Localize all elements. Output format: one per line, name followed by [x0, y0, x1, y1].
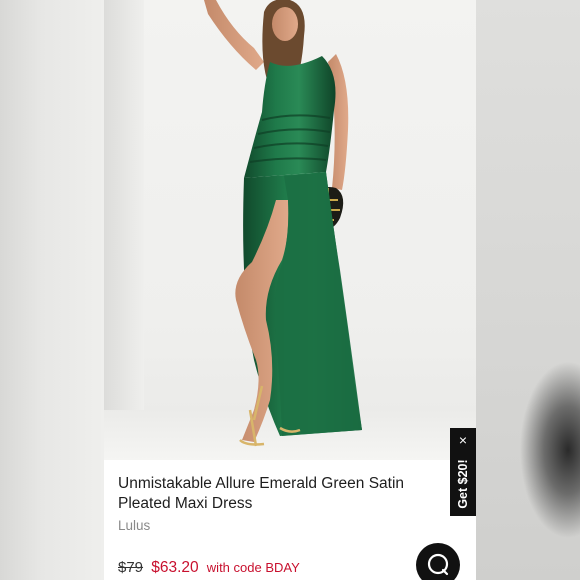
- price-row: $79 $63.20 with code BDAY: [118, 559, 300, 577]
- sale-price: $63.20: [151, 559, 199, 576]
- product-brand[interactable]: Lulus: [118, 518, 150, 533]
- close-icon[interactable]: ×: [450, 432, 476, 448]
- product-image[interactable]: [104, 0, 476, 460]
- background-blur-left: [0, 0, 104, 580]
- promo-code-text: with code BDAY: [206, 560, 300, 575]
- product-card: Unmistakable Allure Emerald Green Satin …: [104, 0, 476, 580]
- chat-button[interactable]: [416, 543, 460, 580]
- model-illustration: [204, 0, 362, 447]
- promo-tab-label: Get $20!: [456, 459, 470, 509]
- chat-bubble-icon: [427, 553, 449, 576]
- background-blur-right: [476, 0, 580, 580]
- product-title[interactable]: Unmistakable Allure Emerald Green Satin …: [118, 474, 448, 514]
- original-price: $79: [118, 559, 144, 576]
- get-20-promo-tab[interactable]: × Get $20!: [450, 428, 476, 516]
